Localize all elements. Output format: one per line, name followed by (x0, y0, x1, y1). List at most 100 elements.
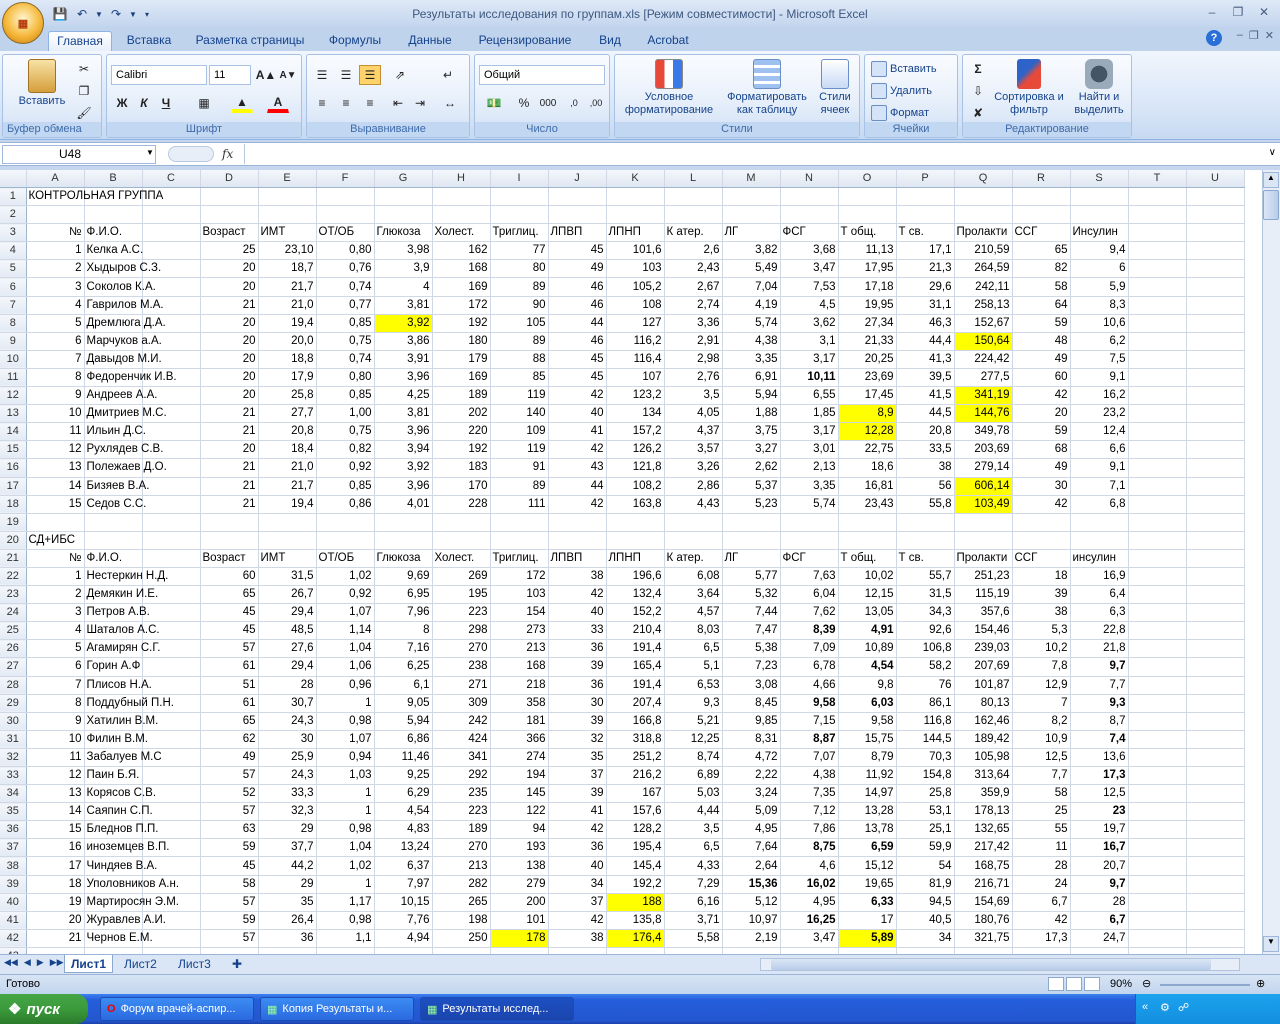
insert-cells-button[interactable]: Вставить (871, 59, 937, 79)
cell[interactable]: 57 (200, 639, 259, 659)
cell[interactable]: 17,3 (1070, 766, 1129, 786)
cell[interactable]: 0,98 (316, 820, 375, 840)
cell[interactable]: 20 (200, 314, 259, 333)
cell[interactable]: 154 (490, 603, 549, 623)
cell[interactable]: 21,0 (258, 296, 317, 315)
cell[interactable]: 0,82 (316, 440, 375, 460)
cell[interactable]: 8,74 (664, 748, 723, 768)
cell[interactable] (1186, 368, 1245, 388)
horizontal-scrollbar[interactable] (760, 958, 1240, 971)
cell[interactable]: 3,5 (664, 820, 723, 840)
cell[interactable]: 119 (490, 440, 549, 460)
column-header[interactable]: H (432, 170, 491, 188)
cell[interactable]: 192 (432, 314, 491, 333)
cell[interactable]: 7,96 (374, 603, 433, 623)
cell[interactable] (1128, 639, 1187, 659)
row-header[interactable]: 16 (0, 458, 27, 478)
cell[interactable]: 45 (200, 621, 259, 641)
cell[interactable]: 216,71 (954, 875, 1013, 894)
page-break-view-icon[interactable] (1084, 977, 1100, 991)
cell[interactable]: 105,2 (606, 277, 665, 297)
cell[interactable]: 46 (548, 296, 607, 315)
cell[interactable]: 4,95 (722, 820, 781, 840)
cell[interactable]: 106,8 (896, 639, 955, 659)
cell[interactable] (1128, 893, 1187, 912)
cell[interactable]: 32,3 (258, 802, 317, 822)
cell[interactable]: 17,3 (1012, 929, 1071, 948)
cell[interactable]: 6,86 (374, 730, 433, 749)
cell[interactable]: 25,1 (896, 820, 955, 840)
cell[interactable]: 358 (490, 694, 549, 713)
cell[interactable]: Возраст (200, 549, 259, 568)
cell[interactable]: 44,5 (896, 404, 955, 424)
cell[interactable] (1186, 730, 1245, 749)
cell[interactable]: 13,05 (838, 603, 897, 623)
cell[interactable]: Филин В.М. (84, 730, 148, 749)
cell[interactable]: Хатилин В.М. (84, 712, 158, 731)
cell[interactable]: 59 (200, 911, 259, 930)
cell[interactable]: 16,81 (838, 477, 897, 496)
cell[interactable]: 188 (606, 893, 665, 912)
cell[interactable] (1186, 296, 1245, 315)
cell[interactable]: 5,74 (780, 495, 839, 514)
cell[interactable]: 5,9 (1070, 277, 1129, 297)
cell[interactable]: 9,58 (838, 712, 897, 731)
font-color-icon[interactable]: A (267, 93, 289, 113)
cell[interactable]: ЛГ (722, 549, 781, 568)
cell[interactable]: 37,7 (258, 838, 317, 858)
cell[interactable]: 4,72 (722, 748, 781, 768)
row-header[interactable]: 10 (0, 350, 27, 369)
cell[interactable]: 2,91 (664, 332, 723, 351)
cell[interactable]: 24,3 (258, 712, 317, 731)
cell[interactable]: 2 (26, 259, 85, 279)
cell[interactable] (722, 531, 781, 550)
cell[interactable]: 81,9 (896, 875, 955, 894)
cell[interactable] (780, 513, 839, 532)
cell[interactable] (1186, 712, 1245, 731)
close-button[interactable]: ✕ (1252, 3, 1276, 21)
cell[interactable]: 92,6 (896, 621, 955, 641)
page-layout-view-icon[interactable] (1066, 977, 1082, 991)
cell[interactable] (838, 531, 897, 550)
cell[interactable] (896, 513, 955, 532)
cell[interactable]: 5 (26, 639, 85, 659)
cell[interactable]: 12 (26, 440, 85, 460)
cell[interactable]: 15,12 (838, 856, 897, 876)
currency-icon[interactable]: 💵 (479, 93, 509, 113)
cell[interactable] (954, 531, 1013, 550)
cell[interactable]: 58 (200, 875, 259, 894)
cell[interactable]: Корясов С.В. (84, 784, 156, 804)
font-size-select[interactable]: 11 (209, 65, 251, 85)
column-header[interactable]: P (896, 170, 955, 188)
cell[interactable]: 6,55 (780, 386, 839, 406)
cell[interactable] (258, 531, 317, 550)
cell[interactable]: 9,4 (1070, 241, 1129, 261)
cell[interactable]: 61 (200, 694, 259, 713)
cell[interactable] (1128, 495, 1187, 514)
cell[interactable]: ИМТ (258, 223, 317, 243)
cell[interactable]: 8 (26, 368, 85, 388)
cell[interactable]: 39 (548, 657, 607, 677)
cell[interactable] (1186, 477, 1245, 496)
cell[interactable]: 4,83 (374, 820, 433, 840)
cell[interactable]: 235 (432, 784, 491, 804)
find-select-button[interactable]: Найти и выделить (1067, 59, 1131, 117)
cell[interactable]: 5,03 (664, 784, 723, 804)
shrink-font-icon[interactable]: A▼ (277, 65, 299, 85)
cell[interactable]: 19,95 (838, 296, 897, 315)
cell[interactable]: 265 (432, 893, 491, 912)
cell[interactable]: 20,0 (258, 332, 317, 351)
cell[interactable]: 91 (490, 458, 549, 478)
cell[interactable]: 42 (1012, 495, 1071, 514)
cell[interactable] (1128, 603, 1187, 623)
row-header[interactable]: 15 (0, 440, 27, 460)
cell[interactable]: 1,1 (316, 929, 375, 948)
zoom-in-icon[interactable]: ⊕ (1256, 977, 1265, 990)
cell[interactable]: 7,53 (780, 277, 839, 297)
cell[interactable] (548, 205, 607, 225)
row-header[interactable]: 26 (0, 639, 27, 659)
cell[interactable]: 29 (258, 875, 317, 894)
cell[interactable]: 6 (1070, 259, 1129, 279)
cell[interactable]: 7,62 (780, 603, 839, 623)
cell[interactable]: 90 (490, 296, 549, 315)
